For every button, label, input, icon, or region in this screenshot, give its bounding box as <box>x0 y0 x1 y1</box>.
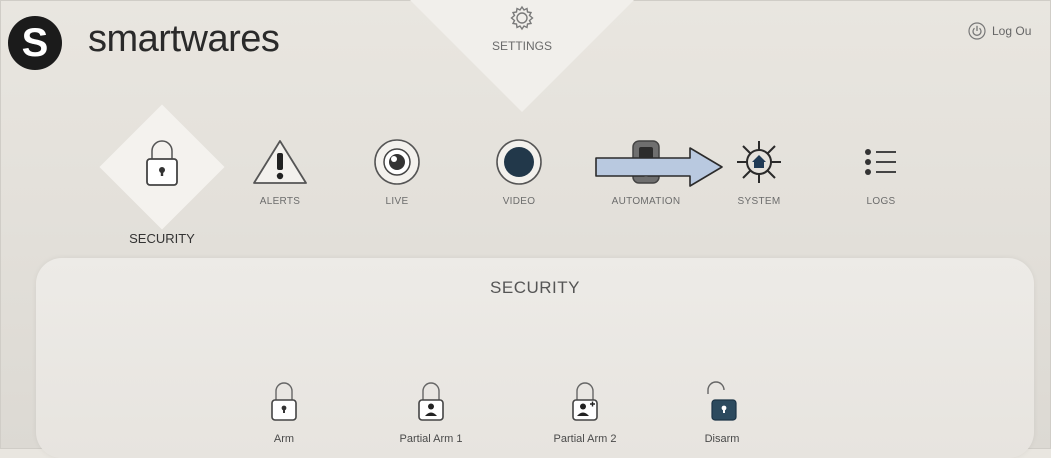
partial-arm-2-label: Partial Arm 2 <box>553 433 617 445</box>
lock-icon <box>271 382 297 421</box>
brand-logo-letter: S <box>21 21 49 65</box>
nav-item-alerts[interactable]: ALERTS <box>250 137 310 207</box>
warning-icon <box>253 140 307 184</box>
nav-item-system[interactable]: SYSTEM <box>720 137 798 207</box>
nav-label-video: VIDEO <box>502 196 536 207</box>
nav-label-system: SYSTEM <box>737 196 781 207</box>
power-icon <box>968 22 986 40</box>
nav-label-security: SECURITY <box>129 231 195 246</box>
nav-item-security[interactable] <box>136 137 188 192</box>
nav-item-live[interactable]: LIVE <box>372 137 422 207</box>
logout-button[interactable]: Log Ou <box>968 22 1031 40</box>
person-plus-lock-icon <box>572 382 598 421</box>
gear-icon <box>510 5 534 31</box>
brand-logo: S <box>8 16 62 70</box>
nav-label-automation: AUTOMATION <box>611 196 681 207</box>
nav-item-logs[interactable]: LOGS <box>856 137 906 207</box>
unlock-icon <box>707 381 737 421</box>
lock-icon <box>146 140 178 186</box>
disarm-button[interactable]: Disarm <box>662 378 782 445</box>
partial-arm-2-button[interactable]: Partial Arm 2 <box>525 378 645 445</box>
brand-name: smartwares <box>88 18 280 60</box>
settings-label: SETTINGS <box>491 39 552 53</box>
partial-arm-1-label: Partial Arm 1 <box>399 433 463 445</box>
person-lock-icon <box>418 382 444 421</box>
record-icon <box>496 139 542 185</box>
settings-button[interactable]: SETTINGS <box>462 4 582 53</box>
partial-arm-1-button[interactable]: Partial Arm 1 <box>371 378 491 445</box>
annotation-arrow <box>595 147 723 187</box>
arm-label: Arm <box>273 433 295 445</box>
nav-label-live: LIVE <box>385 196 409 207</box>
nav-item-video[interactable]: VIDEO <box>494 137 544 207</box>
list-icon <box>865 149 896 175</box>
network-home-icon <box>737 141 781 183</box>
panel-title: SECURITY <box>490 278 580 297</box>
nav-label-logs: LOGS <box>866 196 896 207</box>
eye-icon <box>374 139 420 185</box>
logout-label: Log Ou <box>992 24 1032 38</box>
nav-label-alerts: ALERTS <box>259 196 301 207</box>
arm-button[interactable]: Arm <box>224 378 344 445</box>
disarm-label: Disarm <box>704 433 740 445</box>
